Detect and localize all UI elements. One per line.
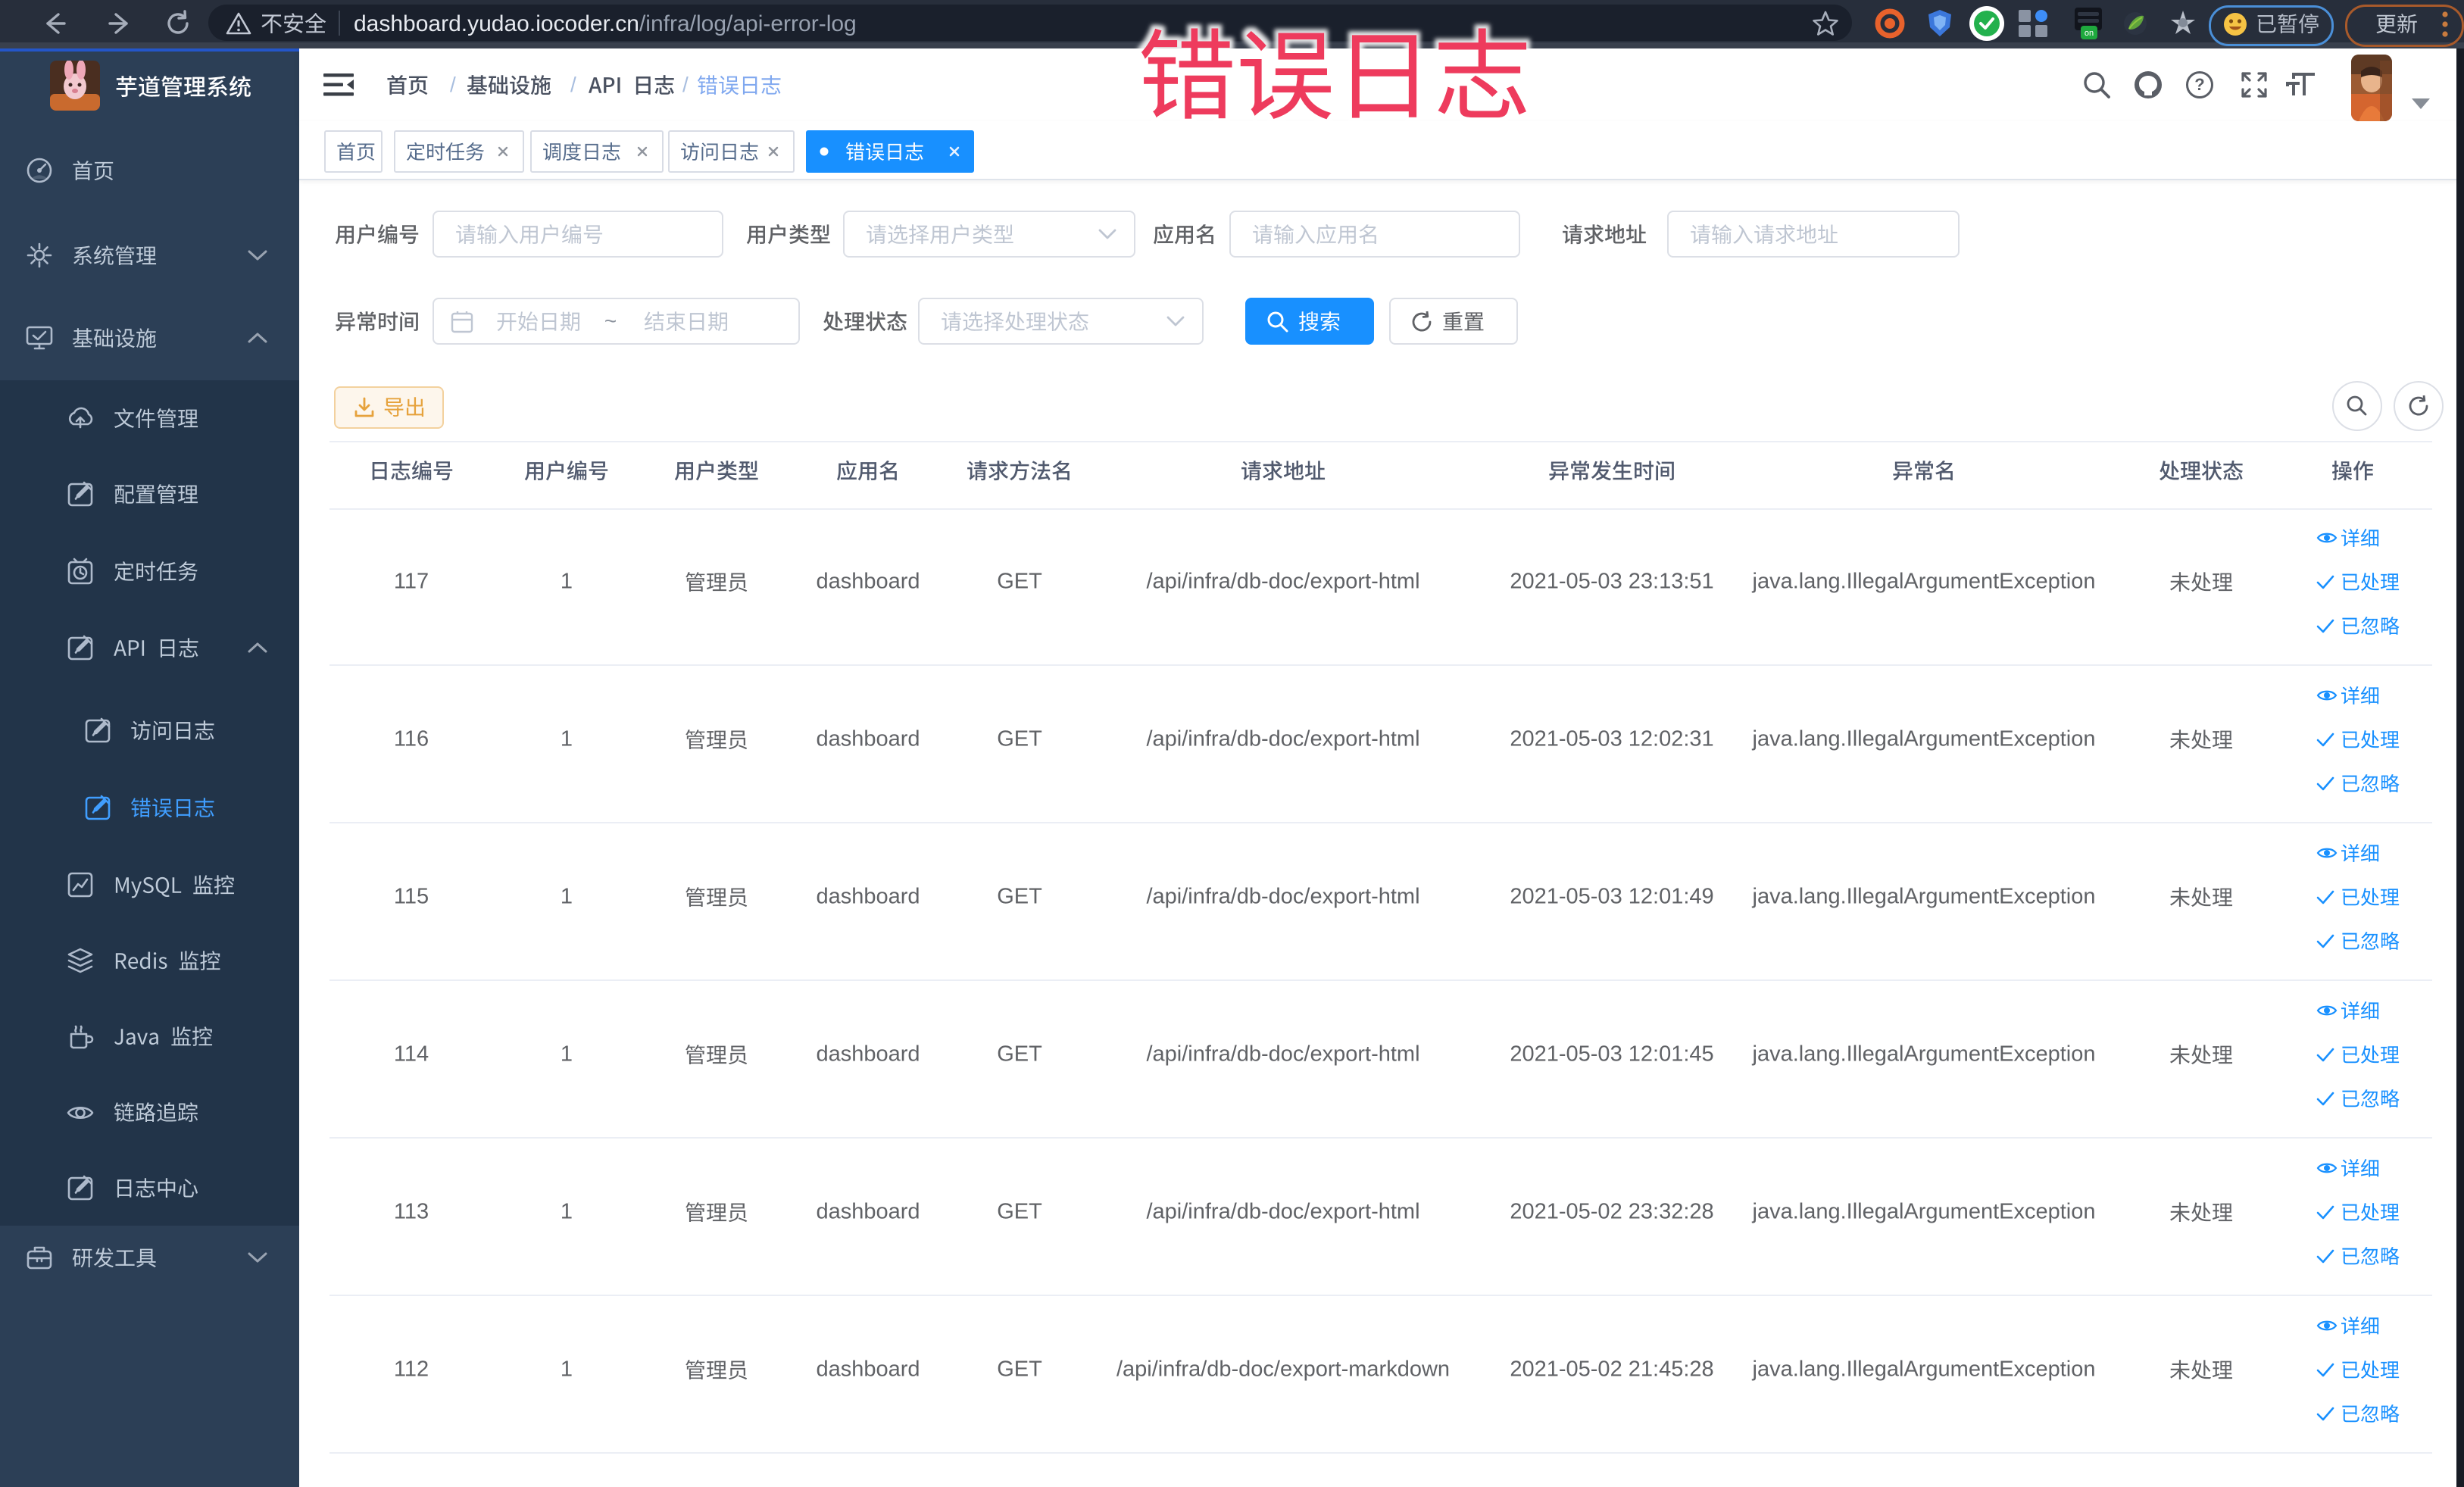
svg-text:?: ?	[2194, 75, 2204, 94]
svg-text:on: on	[2085, 29, 2094, 38]
